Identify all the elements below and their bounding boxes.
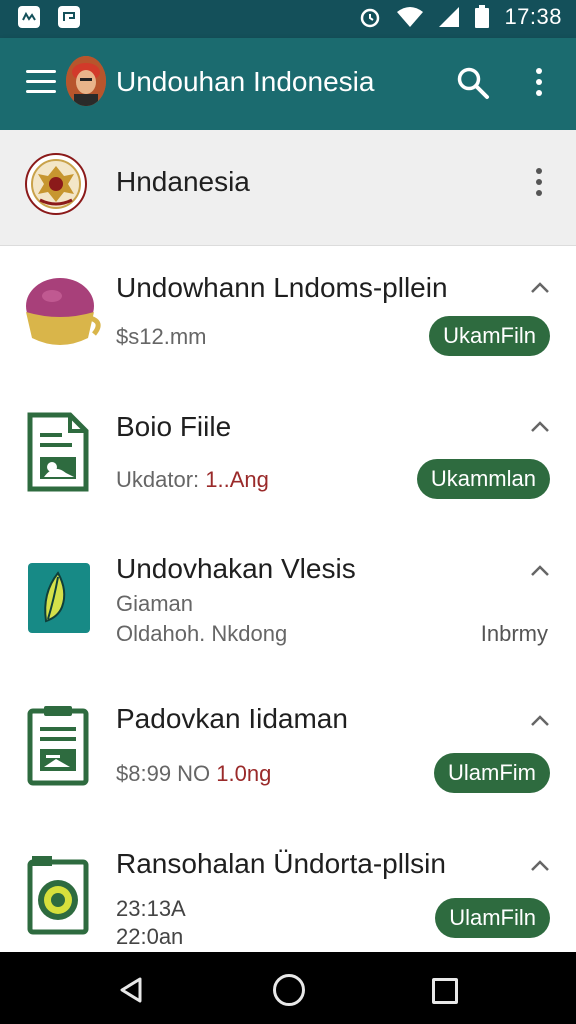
status-bar: 17:38 — [0, 0, 576, 38]
download-button[interactable]: UlamFiln — [435, 898, 550, 938]
list-item[interactable]: Ransohalan Ündorta-pllsin 23:13A 22:0an … — [0, 822, 576, 952]
more-vert-icon[interactable] — [534, 168, 544, 200]
avatar[interactable] — [66, 56, 106, 106]
wifi-icon — [397, 7, 424, 27]
chevron-up-icon[interactable] — [530, 563, 550, 577]
document-icon — [27, 412, 89, 492]
clock: 17:38 — [504, 4, 562, 29]
status-label: Inbrmy — [480, 621, 548, 646]
emblem-icon — [25, 153, 87, 215]
notification-icon — [18, 6, 40, 28]
more-vert-icon[interactable] — [534, 68, 544, 98]
app-bar: Undouhan Indonesia — [0, 38, 576, 130]
menu-icon[interactable] — [26, 70, 56, 96]
header-row[interactable]: Hndanesia — [0, 130, 576, 246]
navigation-bar — [0, 952, 576, 1024]
item-subtitle: 23:13A — [116, 896, 186, 921]
download-button[interactable]: Ukammlan — [416, 459, 550, 499]
leaf-icon — [28, 563, 90, 633]
badge-icon — [27, 856, 89, 935]
bowl-icon — [26, 278, 101, 345]
item-title: Undovhakan Vlesis — [116, 553, 356, 584]
item-subtitle: $s12.mm — [116, 324, 207, 349]
item-detail: 22:0an — [116, 924, 184, 949]
list-item[interactable]: Undowhann Lndoms-pllein $s12.mm UkamFiln — [0, 246, 576, 384]
chevron-up-icon[interactable] — [530, 858, 550, 872]
search-icon[interactable] — [456, 66, 490, 100]
download-button[interactable]: UlamFim — [434, 753, 550, 793]
back-icon[interactable] — [118, 976, 144, 1004]
download-button[interactable]: UkamFiln — [429, 316, 550, 356]
item-title: Padovkan Iidaman — [116, 703, 348, 734]
list-item[interactable]: Boio Fiile Ukdator: 1..Ang Ukammlan — [0, 383, 576, 528]
clipboard-icon — [27, 706, 89, 786]
chevron-up-icon[interactable] — [530, 713, 550, 727]
item-subtitle: Giaman — [116, 591, 194, 616]
item-detail: Oldahoh. Nkdong — [116, 621, 288, 646]
item-subtitle: $8:99 NO 1.0ng — [116, 761, 272, 786]
chevron-up-icon[interactable] — [530, 280, 550, 294]
header-title: Hndanesia — [116, 166, 250, 197]
item-title: Ransohalan Ündorta-pllsin — [116, 848, 446, 879]
app-title: Undouhan Indonesia — [116, 66, 375, 97]
item-title: Boio Fiile — [116, 411, 232, 442]
item-title: Undowhann Lndoms-pllein — [116, 272, 448, 303]
home-icon[interactable] — [273, 974, 305, 1006]
notification-icon — [58, 6, 80, 28]
list-item[interactable]: Padovkan Iidaman $8:99 NO 1.0ng UlamFim — [0, 677, 576, 823]
recents-icon[interactable] — [432, 978, 458, 1004]
chevron-up-icon[interactable] — [530, 419, 550, 433]
alarm-icon — [361, 8, 380, 28]
signal-icon — [439, 7, 460, 27]
battery-icon — [475, 5, 490, 28]
item-subtitle: Ukdator: 1..Ang — [116, 467, 269, 492]
list-item[interactable]: Undovhakan Vlesis Giaman Oldahoh. Nkdong… — [0, 527, 576, 678]
